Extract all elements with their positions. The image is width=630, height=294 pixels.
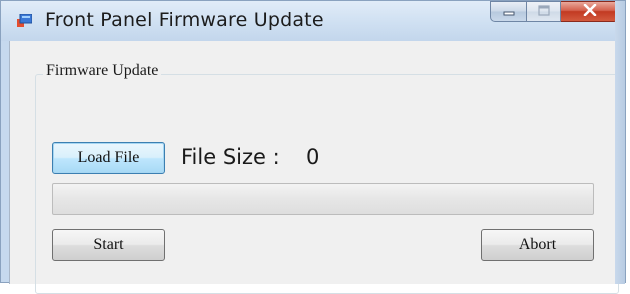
- file-size-value: 0: [306, 145, 320, 169]
- maximize-button[interactable]: [527, 1, 561, 22]
- maximize-icon: [537, 3, 550, 21]
- minimize-button[interactable]: [490, 1, 527, 22]
- window-right-border: [615, 1, 625, 284]
- app-window: Front Panel Firmware Update Firmware Upd…: [0, 0, 626, 294]
- title-bar[interactable]: Front Panel Firmware Update: [1, 1, 625, 41]
- window-client-area: Firmware Update Load File File Size : 0 …: [9, 41, 619, 294]
- groupbox-label: Firmware Update: [43, 62, 162, 80]
- update-progress-bar: [52, 183, 594, 215]
- start-button[interactable]: Start: [52, 229, 165, 261]
- caption-buttons: [490, 1, 619, 22]
- close-icon: [583, 3, 597, 21]
- load-file-button[interactable]: Load File: [52, 142, 165, 174]
- app-window-icon: [17, 13, 33, 28]
- close-button[interactable]: [561, 1, 619, 22]
- file-size-label: File Size :: [181, 145, 280, 169]
- abort-button[interactable]: Abort: [481, 229, 594, 261]
- window-title: Front Panel Firmware Update: [45, 9, 324, 31]
- minimize-icon: [503, 3, 515, 21]
